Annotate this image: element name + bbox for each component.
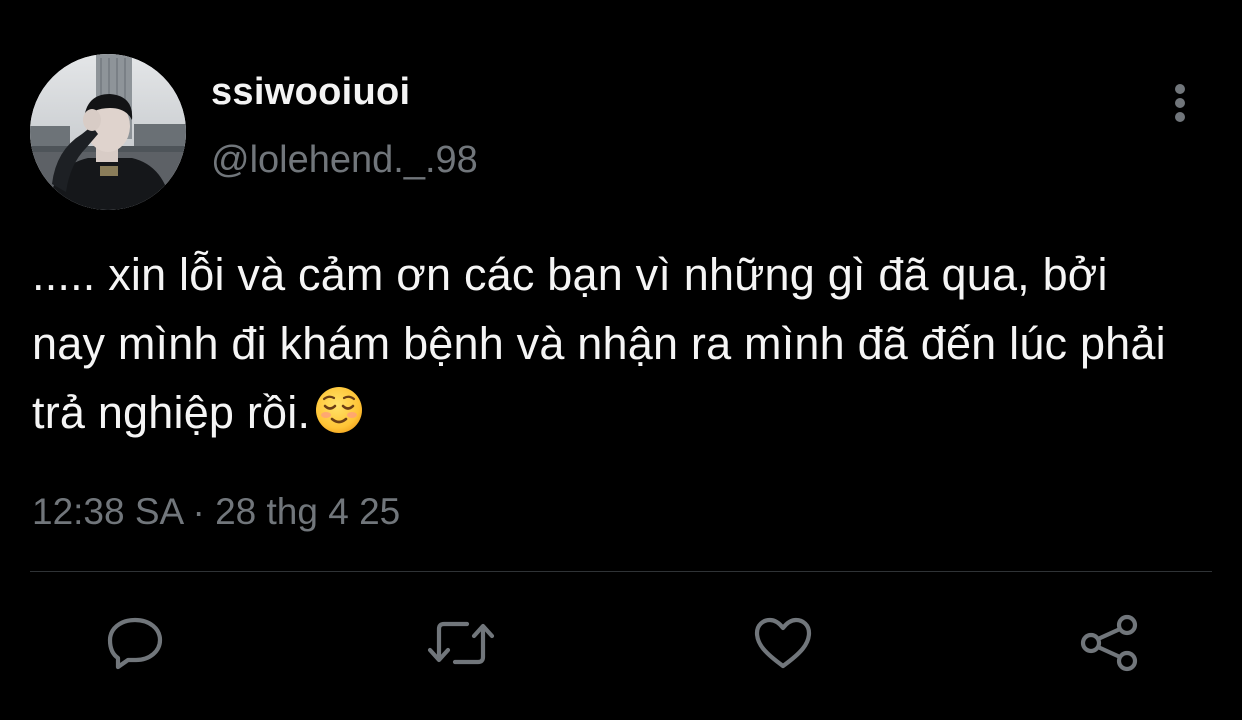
reply-icon <box>106 616 164 670</box>
tweet-text: ..... xin lỗi và cảm ơn các bạn vì những… <box>32 240 1182 454</box>
avatar[interactable] <box>30 54 186 210</box>
retweet-button[interactable] <box>426 612 496 674</box>
reply-button[interactable] <box>104 612 166 674</box>
tweet-text-body: ..... xin lỗi và cảm ơn các bạn vì những… <box>32 249 1166 438</box>
retweet-icon <box>427 617 495 669</box>
display-name[interactable]: ssiwooiuoi <box>211 70 410 114</box>
like-button[interactable] <box>752 612 814 674</box>
smiling-face-emoji <box>314 385 364 454</box>
share-button[interactable] <box>1078 612 1140 674</box>
timestamp[interactable]: 12:38 SA · 28 thg 4 25 <box>32 490 400 534</box>
more-vertical-icon <box>1173 82 1187 129</box>
heart-icon <box>753 616 813 670</box>
handle[interactable]: @lolehend._.98 <box>211 138 478 182</box>
share-icon <box>1079 613 1139 673</box>
divider <box>30 571 1212 572</box>
more-options-button[interactable] <box>1160 80 1200 130</box>
